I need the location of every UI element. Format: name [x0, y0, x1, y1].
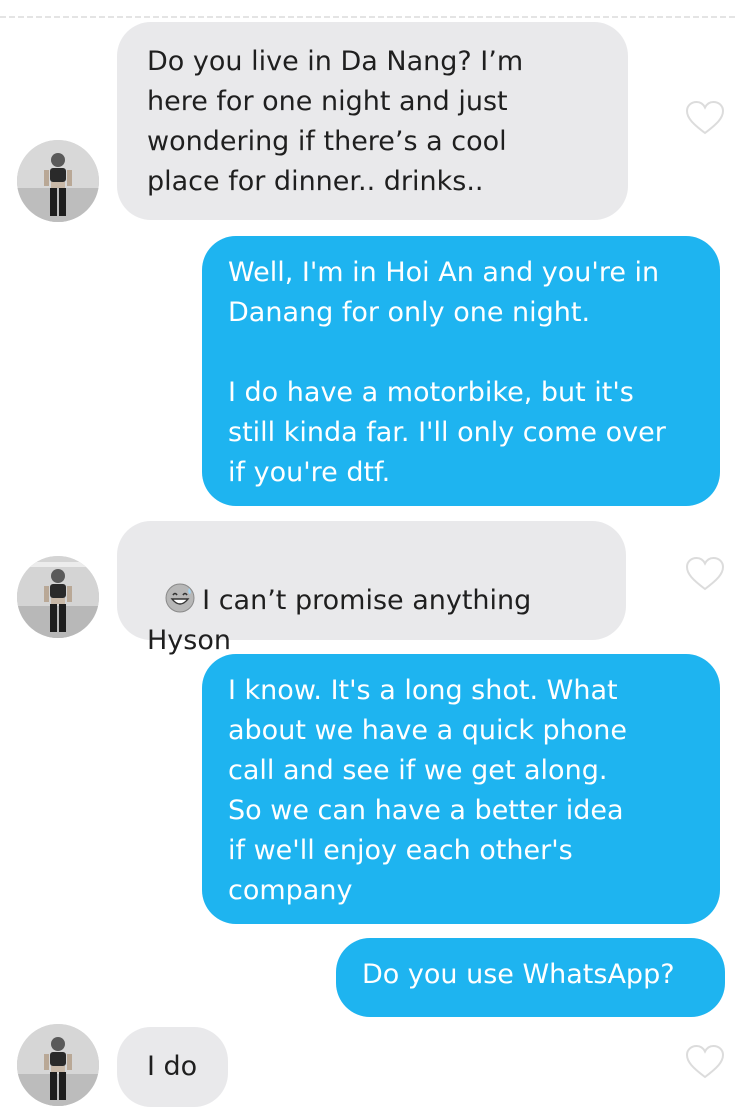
- avatar[interactable]: [17, 556, 99, 638]
- message-text: I can’t promise anything Hyson: [147, 585, 532, 656]
- message-bubble-sent: Do you use WhatsApp?: [336, 938, 725, 1017]
- heart-outline-icon[interactable]: [685, 556, 725, 592]
- message-bubble-received: Do you live in Da Nang? I’m here for one…: [117, 22, 628, 220]
- message-bubble-sent: Well, I'm in Hoi An and you're in Danang…: [202, 236, 720, 506]
- message-bubble-received: I do: [117, 1027, 228, 1107]
- message-bubble-received: I can’t promise anything Hyson: [117, 521, 626, 656]
- top-divider: [0, 16, 735, 18]
- avatar[interactable]: [17, 1024, 99, 1106]
- message-bubble-sent: I know. It's a long shot. What about we …: [202, 654, 720, 924]
- heart-outline-icon[interactable]: [685, 1044, 725, 1080]
- grinning-sweat-emoji: [165, 583, 195, 613]
- heart-outline-icon[interactable]: [685, 100, 725, 136]
- avatar[interactable]: [17, 140, 99, 222]
